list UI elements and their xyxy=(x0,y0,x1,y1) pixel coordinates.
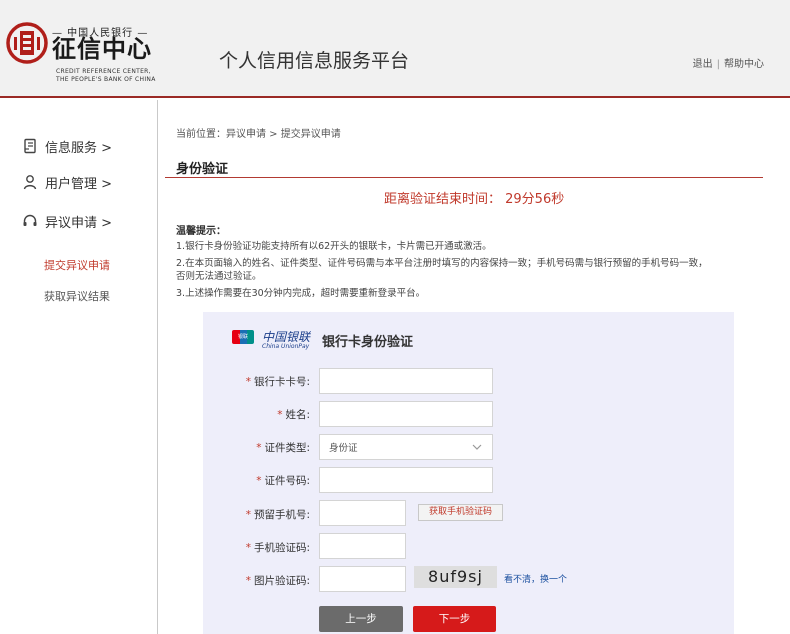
tip-line: 3.上述操作需要在30分钟内完成，超时需要重新登录平台。 xyxy=(176,288,426,299)
document-icon xyxy=(24,138,36,154)
name-label-text: 姓名: xyxy=(285,409,310,421)
chevron-down-icon xyxy=(472,444,482,450)
card-number-label-text: 银行卡卡号: xyxy=(253,376,310,388)
captcha-input[interactable] xyxy=(319,566,406,592)
name-label: * 姓名: xyxy=(200,407,310,422)
sms-code-input[interactable] xyxy=(319,533,406,559)
sidebar-item-dispute-application[interactable]: 异议申请 > xyxy=(22,211,112,231)
logo-center-name: 征信中心 xyxy=(52,34,152,63)
tips-title: 温馨提示： xyxy=(176,226,226,237)
sidebar-item-label: 异议申请 > xyxy=(45,215,113,231)
logout-link[interactable]: 退出 xyxy=(693,59,713,70)
unionpay-logo-icon: 银联 xyxy=(232,330,254,344)
captcha-label-text: 图片验证码: xyxy=(253,575,310,587)
top-links-separator: | xyxy=(716,59,720,70)
top-links: 退出 | 帮助中心 xyxy=(693,55,764,70)
id-number-input[interactable] xyxy=(319,467,493,493)
unionpay-name-en: China UnionPay xyxy=(262,343,310,350)
sidebar-item-label: 用户管理 > xyxy=(45,176,113,192)
id-type-label-text: 证件类型: xyxy=(264,442,310,454)
id-type-label: * 证件类型: xyxy=(200,440,310,455)
phone-label-text: 预留手机号: xyxy=(253,509,310,521)
sidebar-item-info-service[interactable]: 信息服务 > xyxy=(22,136,112,156)
required-mark: * xyxy=(256,475,262,487)
card-number-label: * 银行卡卡号: xyxy=(200,374,310,389)
page-title: 身份验证 xyxy=(176,162,229,177)
captcha-image[interactable]: 8uf9sj xyxy=(414,566,497,588)
tip-line: 否则无法通过验证。 xyxy=(176,271,262,282)
name-input[interactable] xyxy=(319,401,493,427)
sms-code-label-text: 手机验证码: xyxy=(253,542,310,554)
required-mark: * xyxy=(245,509,251,521)
logo-english-line2: THE PEOPLE'S BANK OF CHINA xyxy=(56,76,156,83)
credit-center-logo-icon xyxy=(6,22,48,64)
sidebar-subitem-get-dispute-result[interactable]: 获取异议结果 xyxy=(44,288,110,304)
sidebar-subitem-submit-dispute[interactable]: 提交异议申请 xyxy=(44,257,110,273)
phone-input[interactable] xyxy=(319,500,406,526)
required-mark: * xyxy=(245,376,251,388)
page-header: — 中国人民银行 — 征信中心 CREDIT REFERENCE CENTER,… xyxy=(0,0,790,98)
id-number-label-text: 证件号码: xyxy=(264,475,310,487)
user-icon xyxy=(23,175,37,190)
captcha-label: * 图片验证码: xyxy=(200,573,310,588)
required-mark: * xyxy=(245,575,251,587)
previous-step-button[interactable]: 上一步 xyxy=(319,606,403,632)
required-mark: * xyxy=(277,409,283,421)
id-number-label: * 证件号码: xyxy=(200,473,310,488)
countdown-timer: 距离验证结束时间： 29分56秒 xyxy=(384,192,565,207)
section-divider xyxy=(165,177,763,178)
breadcrumb: 当前位置：异议申请 > 提交异议申请 xyxy=(176,129,341,140)
get-sms-code-button[interactable]: 获取手机验证码 xyxy=(418,504,503,521)
logo-english-line1: CREDIT REFERENCE CENTER, xyxy=(56,68,151,75)
id-type-select[interactable]: 身份证 xyxy=(319,434,493,460)
id-type-selected-value: 身份证 xyxy=(329,443,358,454)
sms-code-label: * 手机验证码: xyxy=(200,540,310,555)
tip-line: 2.在本页面输入的姓名、证件类型、证件号码需与本平台注册时填写的内容保持一致；手… xyxy=(176,258,708,269)
site-title: 个人信用信息服务平台 xyxy=(219,50,410,72)
tip-line: 1.银行卡身份验证功能支持所有以62开头的银联卡，卡片需已开通或激活。 xyxy=(176,241,492,252)
phone-label: * 预留手机号: xyxy=(200,507,310,522)
panel-title: 银行卡身份验证 xyxy=(322,335,414,350)
captcha-refresh-link[interactable]: 看不清，换一个 xyxy=(504,572,567,585)
card-number-input[interactable] xyxy=(319,368,493,394)
next-step-button[interactable]: 下一步 xyxy=(413,606,496,632)
required-mark: * xyxy=(245,542,251,554)
sidebar-item-label: 信息服务 > xyxy=(45,140,113,156)
required-mark: * xyxy=(256,442,262,454)
sidebar-item-user-management[interactable]: 用户管理 > xyxy=(22,172,112,192)
headset-icon xyxy=(23,214,37,226)
help-center-link[interactable]: 帮助中心 xyxy=(724,59,764,70)
